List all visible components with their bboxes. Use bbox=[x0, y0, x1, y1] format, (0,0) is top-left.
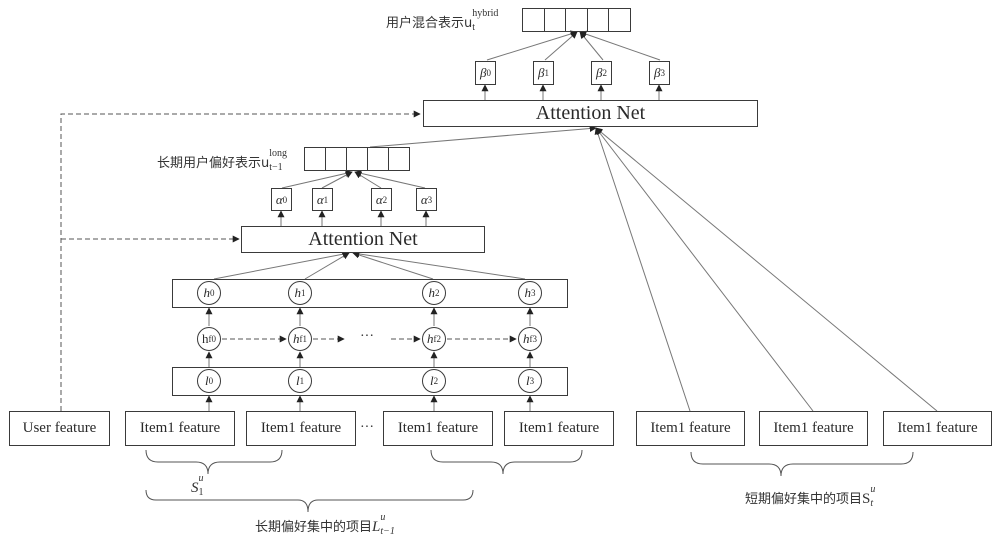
edge-alpha2-long bbox=[354, 171, 382, 189]
long-item-feature-2: Item1 feature bbox=[246, 411, 356, 446]
alpha-weight-0: α0 bbox=[271, 188, 292, 211]
long-item-feature-1: Item1 feature bbox=[125, 411, 235, 446]
long-term-representation-label: 长期用户偏好表示u long t−1 bbox=[157, 148, 288, 173]
edge-alpha0-long bbox=[281, 169, 353, 189]
brace-s2 bbox=[430, 449, 583, 475]
h-node-1: h1 bbox=[288, 281, 312, 305]
l-node-1: l1 bbox=[288, 369, 312, 393]
l-node-0: l0 bbox=[197, 369, 221, 393]
short-item-feature-3: Item1 feature bbox=[883, 411, 992, 446]
edge-h0-midattn bbox=[213, 250, 350, 280]
s1-set-label: Su1 bbox=[191, 473, 204, 498]
beta-weight-0: β0 bbox=[475, 61, 496, 85]
edge-h3-midattn bbox=[352, 250, 526, 280]
l-node-3: l3 bbox=[518, 369, 542, 393]
alpha-weight-1: α1 bbox=[312, 188, 333, 211]
beta-weight-3: β3 bbox=[649, 61, 670, 85]
long-term-items-label: 长期偏好集中的项目L u t−1 bbox=[255, 512, 395, 537]
edge-beta0-hybrid bbox=[486, 30, 578, 61]
hybrid-representation-label: 用户混合表示u hybrid t bbox=[386, 8, 499, 33]
embedding-layer bbox=[172, 367, 568, 396]
long-term-vector bbox=[304, 147, 410, 171]
edge-short2-to-top-attn bbox=[595, 127, 814, 412]
alpha-weight-3: α3 bbox=[416, 188, 437, 211]
edge-short3-to-top-attn bbox=[595, 127, 938, 412]
hf-node-1: h f1 bbox=[288, 327, 312, 351]
hf-node-2: h f2 bbox=[422, 327, 446, 351]
h-node-3: h3 bbox=[518, 281, 542, 305]
hf-ellipsis: ··· bbox=[360, 329, 374, 344]
short-item-feature-2: Item1 feature bbox=[759, 411, 868, 446]
edge-alpha1-long bbox=[321, 171, 353, 189]
edge-long-to-top-attn bbox=[369, 125, 597, 148]
brace-s1 bbox=[145, 449, 283, 475]
item-ellipsis: ··· bbox=[360, 420, 374, 435]
hybrid-attention-net: Attention Net bbox=[423, 100, 758, 127]
hidden-state-layer bbox=[172, 279, 568, 308]
edge-beta1-hybrid bbox=[544, 31, 578, 61]
hf-node-0: h f0 bbox=[197, 327, 221, 351]
l-node-2: l2 bbox=[422, 369, 446, 393]
hf-node-3: h f3 bbox=[518, 327, 542, 351]
beta-weight-2: β2 bbox=[591, 61, 612, 85]
edge-short1-to-top-attn bbox=[594, 127, 691, 412]
short-item-feature-1: Item1 feature bbox=[636, 411, 745, 446]
long-item-feature-4: Item1 feature bbox=[504, 411, 614, 446]
short-term-items-label: 短期偏好集中的项目S u t bbox=[745, 484, 876, 509]
long-item-feature-3: Item1 feature bbox=[383, 411, 493, 446]
h-node-2: h2 bbox=[422, 281, 446, 305]
brace-short bbox=[690, 451, 914, 477]
alpha-weight-2: α2 bbox=[371, 188, 392, 211]
edge-h2-midattn bbox=[352, 251, 434, 280]
user-feature-box: User feature bbox=[9, 411, 110, 446]
diagram-canvas bbox=[60, 30, 938, 513]
long-term-attention-net: Attention Net bbox=[241, 226, 485, 253]
edge-alpha3-long bbox=[354, 169, 426, 189]
h-node-0: h0 bbox=[197, 281, 221, 305]
beta-weight-1: β1 bbox=[533, 61, 554, 85]
hybrid-vector bbox=[522, 8, 631, 32]
